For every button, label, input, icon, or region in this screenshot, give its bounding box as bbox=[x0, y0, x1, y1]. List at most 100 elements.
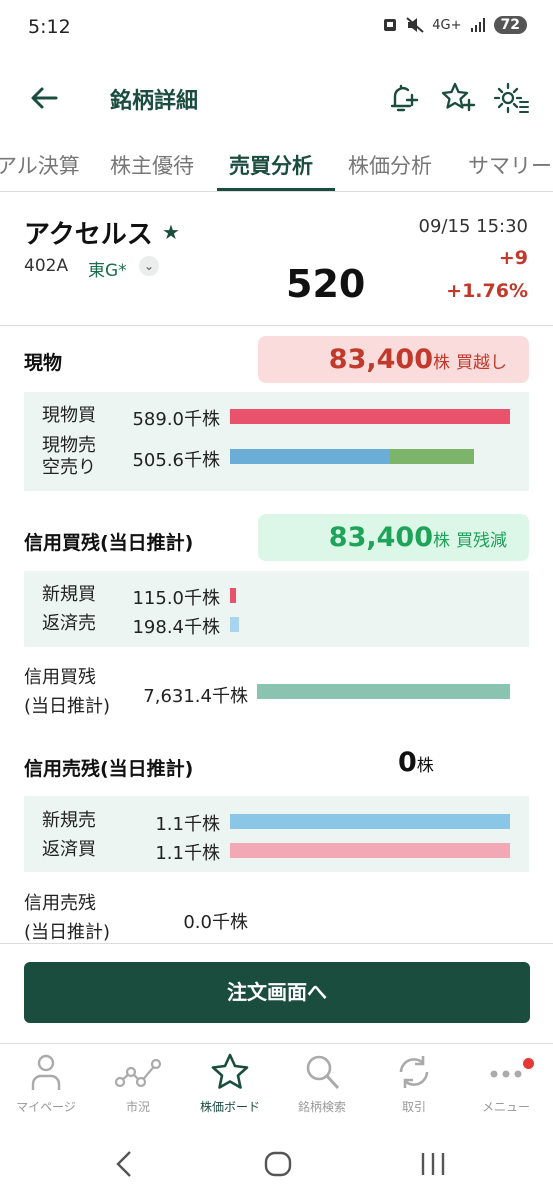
system-navigation bbox=[0, 1135, 553, 1195]
nav-label: 銘柄検索 bbox=[297, 1100, 346, 1114]
search-icon bbox=[306, 1055, 340, 1090]
repay-buy-bar bbox=[230, 843, 510, 858]
nav-label: 株価ボード bbox=[199, 1100, 260, 1114]
star-icon bbox=[211, 1053, 249, 1089]
nav-menu[interactable]: メニュー bbox=[460, 1052, 552, 1115]
stock-name: アクセルス bbox=[24, 220, 153, 250]
spot-sell-bar bbox=[230, 449, 390, 464]
divider bbox=[0, 943, 553, 944]
new-sell-label: 新規売 bbox=[42, 810, 96, 831]
new-buy-bar bbox=[230, 588, 236, 603]
margin-sell-balance-label-2: (当日推計) bbox=[24, 922, 111, 942]
new-buy-value: 115.0千株 bbox=[132, 588, 220, 609]
trade-cycle-icon bbox=[399, 1056, 429, 1088]
order-screen-button[interactable]: 注文画面へ bbox=[24, 962, 530, 1023]
margin-sell-panel: 新規売 1.1千株 返済買 1.1千株 bbox=[24, 796, 529, 872]
nav-stock-search[interactable]: 銘柄検索 bbox=[276, 1052, 368, 1115]
favorite-star-add-icon[interactable] bbox=[437, 78, 477, 118]
alert-bell-add-icon[interactable] bbox=[382, 78, 422, 118]
nav-price-board[interactable]: 株価ボード bbox=[184, 1052, 276, 1115]
nav-market[interactable]: 市況 bbox=[92, 1052, 184, 1115]
nav-label: マイページ bbox=[16, 1100, 76, 1114]
spot-summary-label: 買越し bbox=[456, 353, 507, 373]
margin-buy-summary-badge: 83,400株 買残減 bbox=[258, 514, 529, 561]
spot-buy-value: 589.0千株 bbox=[132, 409, 220, 430]
repay-sell-bar bbox=[230, 617, 239, 632]
nav-label: 市況 bbox=[125, 1100, 150, 1114]
chevron-down-icon[interactable]: ⌄ bbox=[139, 256, 159, 276]
repay-buy-label: 返済買 bbox=[42, 839, 96, 860]
sim-icon bbox=[384, 19, 397, 31]
system-back-icon[interactable] bbox=[112, 1149, 136, 1179]
margin-sell-balance-label-1: 信用売残 bbox=[24, 893, 96, 914]
spot-sell-value: 505.6千株 bbox=[132, 450, 220, 471]
repay-buy-value: 1.1千株 bbox=[155, 843, 220, 864]
stock-code: 402A bbox=[24, 256, 69, 276]
active-tab-indicator bbox=[217, 188, 335, 191]
margin-sell-balance-value: 0.0千株 bbox=[183, 912, 248, 933]
nav-trade[interactable]: 取引 bbox=[368, 1052, 460, 1115]
spot-summary-unit: 株 bbox=[433, 353, 450, 373]
back-arrow-icon[interactable] bbox=[26, 80, 62, 116]
stock-price: 520 bbox=[286, 262, 366, 306]
page-title: 銘柄詳細 bbox=[110, 89, 199, 114]
network-type: 4G+ bbox=[432, 17, 462, 33]
margin-sell-summary: 0株 bbox=[398, 747, 434, 778]
repay-sell-value: 198.4千株 bbox=[132, 617, 220, 638]
spot-buy-label: 現物買 bbox=[42, 405, 96, 426]
person-icon bbox=[31, 1054, 61, 1090]
margin-sell-section-title: 信用売残(当日推計) bbox=[24, 758, 194, 780]
margin-buy-panel: 新規買 115.0千株 返済売 198.4千株 bbox=[24, 571, 529, 647]
app-header: 銘柄詳細 bbox=[0, 70, 553, 126]
signal-icon bbox=[470, 18, 485, 32]
margin-buy-summary-unit: 株 bbox=[433, 531, 450, 551]
spot-section-title: 現物 bbox=[24, 352, 63, 374]
price-change-percent: +1.76% bbox=[446, 280, 528, 302]
system-home-icon[interactable] bbox=[263, 1149, 293, 1179]
battery-icon: 72 bbox=[493, 16, 527, 34]
margin-buy-balance-label-1: 信用買残 bbox=[24, 667, 96, 688]
margin-buy-section-title: 信用買残(当日推計) bbox=[24, 532, 194, 554]
tab-price-analysis[interactable]: 株価分析 bbox=[348, 150, 432, 180]
notification-badge bbox=[523, 1058, 534, 1069]
new-sell-value: 1.1千株 bbox=[155, 814, 220, 835]
stock-market[interactable]: 東G* bbox=[88, 256, 127, 281]
nav-mypage[interactable]: マイページ bbox=[0, 1052, 92, 1115]
spot-buy-bar bbox=[230, 409, 510, 424]
spot-summary-badge: 83,400株 買越し bbox=[258, 336, 529, 383]
status-bar: 5:12 4G+ 72 bbox=[0, 0, 553, 56]
favorite-star-icon[interactable]: ★ bbox=[162, 220, 180, 244]
market-chart-icon bbox=[114, 1058, 162, 1088]
spot-summary-value: 83,400 bbox=[328, 344, 433, 375]
divider bbox=[0, 325, 553, 326]
settings-gear-icon[interactable] bbox=[490, 78, 530, 118]
short-sell-label: 空売り bbox=[42, 457, 96, 478]
margin-sell-summary-unit: 株 bbox=[416, 756, 434, 776]
tab-shareholder-benefits[interactable]: 株主優待 bbox=[110, 150, 194, 180]
mute-icon bbox=[406, 17, 424, 33]
repay-sell-label: 返済売 bbox=[42, 613, 96, 634]
detail-tabs: アル決算 株主優待 売買分析 株価分析 サマリー bbox=[0, 138, 553, 192]
margin-buy-summary-label: 買残減 bbox=[456, 531, 507, 551]
margin-buy-balance-label-2: (当日推計) bbox=[24, 696, 111, 717]
system-recents-icon[interactable] bbox=[418, 1149, 448, 1179]
price-datetime: 09/15 15:30 bbox=[418, 216, 528, 237]
new-buy-label: 新規買 bbox=[42, 584, 96, 605]
bottom-navigation: マイページ 市況 株価ボード 銘柄検索 取引 メニュー bbox=[0, 1043, 553, 1127]
spot-sell-label: 現物売 bbox=[42, 435, 96, 456]
price-change: +9 bbox=[498, 247, 528, 269]
tab-quarterly-results[interactable]: アル決算 bbox=[0, 150, 80, 180]
status-icons: 4G+ 72 bbox=[382, 16, 527, 34]
more-dots-icon bbox=[490, 1070, 522, 1078]
margin-sell-summary-value: 0 bbox=[398, 747, 417, 778]
short-sell-bar bbox=[390, 449, 474, 464]
margin-buy-balance-value: 7,631.4千株 bbox=[143, 686, 248, 707]
tab-trade-analysis[interactable]: 売買分析 bbox=[229, 150, 313, 180]
tab-summary[interactable]: サマリー bbox=[468, 150, 552, 180]
margin-buy-balance-bar bbox=[257, 684, 510, 699]
nav-label: 取引 bbox=[401, 1100, 426, 1114]
new-sell-bar bbox=[230, 814, 510, 829]
nav-label: メニュー bbox=[481, 1100, 530, 1114]
margin-buy-summary-value: 83,400 bbox=[328, 522, 433, 553]
spot-panel: 現物買 589.0千株 現物売 空売り 505.6千株 bbox=[24, 392, 529, 491]
